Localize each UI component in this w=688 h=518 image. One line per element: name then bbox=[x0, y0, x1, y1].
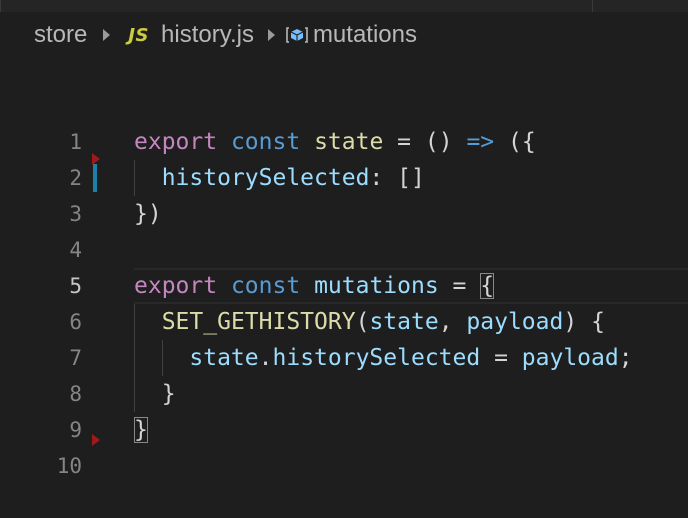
line-number: 10 bbox=[56, 454, 82, 478]
line-number: 9 bbox=[69, 418, 82, 442]
modified-line-indicator bbox=[93, 164, 97, 192]
tab-divider bbox=[0, 0, 1, 12]
breadcrumb-folder[interactable]: store bbox=[34, 21, 87, 49]
line-number: 7 bbox=[69, 346, 82, 370]
line-number: 5 bbox=[69, 274, 82, 298]
line-number: 2 bbox=[69, 166, 82, 190]
line-number: 4 bbox=[69, 238, 82, 262]
gutter-marker-icon bbox=[92, 434, 100, 446]
breadcrumb-folder-label: store bbox=[34, 21, 88, 48]
javascript-file-icon: JS bbox=[128, 24, 150, 46]
code-text: state.historySelected = payload; bbox=[189, 345, 633, 371]
code-text: }) bbox=[134, 201, 162, 227]
matching-bracket: { bbox=[480, 273, 495, 299]
chevron-right-icon bbox=[267, 29, 275, 41]
symbol-field-icon bbox=[285, 25, 309, 45]
code-editor[interactable]: 1 export const state = () => ({ 2 histor… bbox=[0, 124, 688, 484]
code-line: 4 bbox=[0, 232, 688, 268]
code-line: 8 } bbox=[0, 376, 688, 412]
code-text: export const state = () => ({ bbox=[134, 129, 536, 155]
code-text: SET_GETHISTORY(state, payload) { bbox=[161, 309, 605, 335]
tab-bar-edge bbox=[0, 0, 688, 12]
code-text: } bbox=[134, 412, 148, 448]
line-number: 6 bbox=[69, 310, 82, 334]
tab-divider bbox=[592, 0, 593, 12]
line-number: 1 bbox=[69, 130, 82, 154]
code-line: 10 bbox=[0, 434, 688, 484]
code-text: } bbox=[161, 381, 176, 407]
breadcrumb-symbol[interactable]: mutations bbox=[285, 21, 417, 49]
code-line: 3 }) bbox=[0, 196, 688, 232]
code-line: 2 historySelected: [] bbox=[0, 160, 688, 196]
line-number: 8 bbox=[69, 382, 82, 406]
code-line: 7 state.historySelected = payload; bbox=[0, 340, 688, 376]
code-line: 9 } bbox=[0, 412, 688, 448]
matching-bracket: } bbox=[134, 417, 148, 443]
code-line: 1 export const state = () => ({ bbox=[0, 124, 688, 165]
code-text: historySelected: [] bbox=[161, 165, 425, 191]
line-number: 3 bbox=[69, 202, 82, 226]
breadcrumb-file[interactable]: JS history.js bbox=[128, 21, 254, 49]
code-text: export const mutations = { bbox=[134, 273, 495, 299]
code-line: 6 SET_GETHISTORY(state, payload) { bbox=[0, 304, 688, 340]
breadcrumb-file-label: history.js bbox=[161, 21, 254, 48]
chevron-right-icon bbox=[103, 29, 111, 41]
breadcrumb-symbol-label: mutations bbox=[312, 21, 417, 48]
editor-window: store JS history.js mutations 1 export c… bbox=[0, 0, 688, 518]
code-line-current: 5 export const mutations = { bbox=[0, 268, 688, 304]
breadcrumb: store JS history.js mutations bbox=[34, 18, 417, 52]
